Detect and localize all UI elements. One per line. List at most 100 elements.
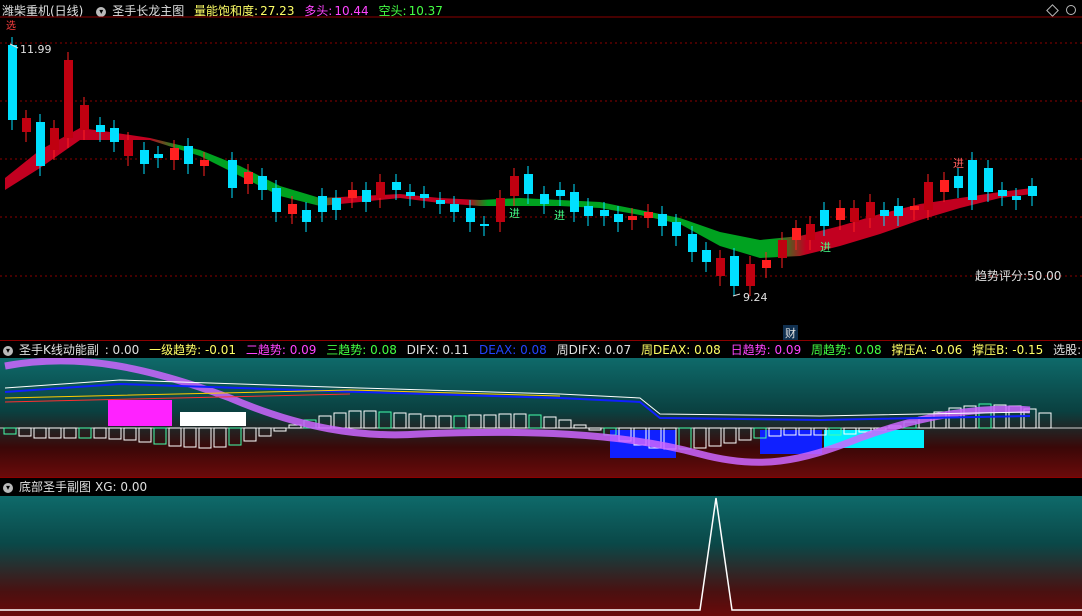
- candle-body: [8, 45, 17, 120]
- sub1-item: 二趋势: 0.09: [245, 343, 317, 357]
- momentum-bar: [723, 427, 737, 444]
- momentum-bar: [693, 427, 707, 449]
- candle-body: [80, 105, 89, 130]
- entry-signal-1: 进: [509, 207, 520, 220]
- candle-body: [836, 208, 845, 220]
- chevron-down-icon[interactable]: ▾: [3, 345, 13, 356]
- sub2-panel[interactable]: [0, 496, 1082, 616]
- sub1-panel[interactable]: [0, 358, 1082, 477]
- xg-value: XG: 0.00: [95, 480, 148, 494]
- momentum-bar: [543, 416, 557, 429]
- momentum-bar: [573, 424, 587, 429]
- candle-body: [778, 240, 787, 258]
- candle-body: [318, 196, 327, 212]
- candle-body: [880, 210, 889, 216]
- sub1-item: 日趋势: 0.09: [730, 343, 802, 357]
- sub2-chart[interactable]: [0, 496, 1082, 616]
- candle-body: [450, 204, 459, 212]
- candle-body: [140, 150, 149, 164]
- momentum-bar: [108, 427, 122, 440]
- main-chart[interactable]: [0, 0, 1082, 340]
- candle-body: [362, 190, 371, 202]
- entry-signal-3: 进: [820, 241, 831, 254]
- momentum-bar: [498, 413, 512, 429]
- momentum-bar: [78, 427, 92, 439]
- panel-divider-2: [0, 477, 1082, 478]
- momentum-bar: [378, 411, 392, 429]
- momentum-bar: [363, 410, 377, 429]
- candle-body: [556, 190, 565, 196]
- candle-body: [820, 210, 829, 226]
- momentum-bar: [453, 415, 467, 429]
- candle-body: [954, 176, 963, 188]
- momentum-bar: [528, 414, 542, 429]
- financial-marker[interactable]: 财: [783, 325, 798, 341]
- momentum-bar: [558, 419, 572, 429]
- candle-body: [968, 160, 977, 200]
- candle-body: [466, 208, 475, 222]
- candle-body: [792, 228, 801, 240]
- candle-body: [658, 214, 667, 226]
- candle-body: [984, 168, 993, 192]
- candle-body: [480, 224, 489, 226]
- momentum-bar: [258, 427, 272, 437]
- candle-body: [716, 258, 725, 276]
- candle-body: [850, 208, 859, 222]
- candle-body: [272, 188, 281, 212]
- momentum-bar: [243, 427, 257, 442]
- candle-body: [22, 118, 31, 132]
- momentum-block: [180, 412, 246, 426]
- candle-body: [200, 160, 209, 166]
- candle-body: [50, 128, 59, 150]
- candle-body: [614, 214, 623, 222]
- momentum-bar: [123, 427, 137, 441]
- sub1-item: DEAX: 0.08: [478, 343, 547, 357]
- sub1-item: DIFX: 0.11: [406, 343, 470, 357]
- candle-body: [924, 182, 933, 210]
- low-price-label: 9.24: [743, 291, 768, 304]
- candle-body: [110, 128, 119, 142]
- momentum-block: [108, 400, 172, 426]
- candle-body: [348, 190, 357, 198]
- candle-body: [124, 140, 133, 156]
- momentum-bar: [738, 427, 752, 441]
- candle-body: [420, 194, 429, 198]
- momentum-bar: [333, 412, 347, 429]
- sub1-chart[interactable]: [0, 358, 1082, 477]
- trend-score-label: 趋势评分:50.00: [975, 269, 1062, 283]
- candle-body: [644, 212, 653, 218]
- candle-body: [600, 210, 609, 216]
- momentum-bar: [408, 413, 422, 429]
- candle-body: [64, 60, 73, 138]
- momentum-bar: [468, 414, 482, 429]
- main-chart-panel[interactable]: 11.99 9.24 趋势评分:50.00 选 进 进 进 进 财: [0, 0, 1082, 341]
- candle-body: [806, 224, 815, 240]
- sub1-name[interactable]: 圣手K线动能副: [19, 343, 99, 357]
- candle-body: [746, 264, 755, 286]
- high-price-label: 11.99: [20, 43, 52, 56]
- candle-body: [672, 222, 681, 236]
- candle-body: [258, 176, 267, 190]
- chevron-down-icon[interactable]: ▾: [3, 482, 13, 493]
- candle-body: [154, 154, 163, 158]
- candle-body: [628, 216, 637, 220]
- momentum-bar: [393, 412, 407, 429]
- candle-body: [288, 204, 297, 214]
- momentum-bar: [348, 410, 362, 429]
- momentum-bar: [168, 427, 182, 447]
- momentum-bar: [273, 427, 287, 432]
- candle-body: [96, 125, 105, 132]
- candle-body: [406, 192, 415, 196]
- sub1-item: 选股: 0.00: [1053, 343, 1082, 357]
- sub1-item: 周趋势: 0.08: [811, 343, 882, 357]
- top-marker: 选: [6, 21, 16, 32]
- candle-body: [866, 202, 875, 218]
- candle-body: [510, 176, 519, 196]
- candle-body: [302, 210, 311, 222]
- sub1-item: 周DEAX: 0.08: [640, 343, 721, 357]
- sub1-item: 周DIFX: 0.07: [556, 343, 632, 357]
- xg-signal-line: [0, 497, 1082, 611]
- sub2-name[interactable]: 底部圣手副图: [19, 480, 91, 494]
- candle-body: [436, 200, 445, 204]
- candle-body: [1012, 196, 1021, 200]
